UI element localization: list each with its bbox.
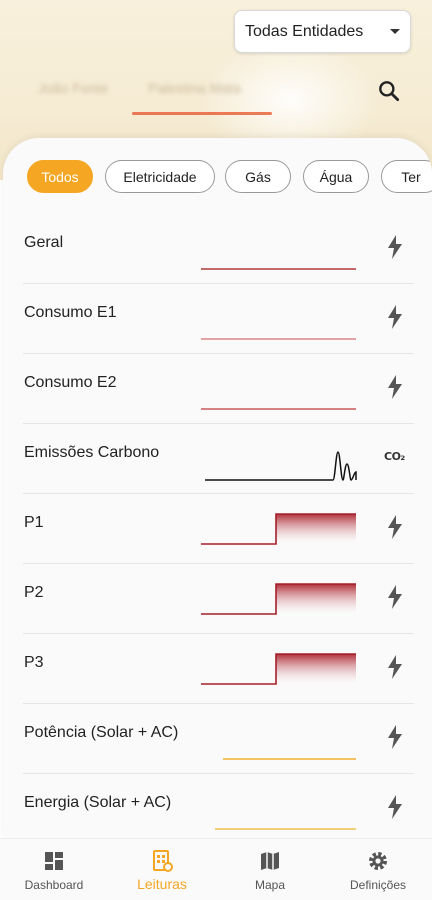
settings-icon — [369, 852, 387, 870]
reading-row[interactable]: P1 — [23, 494, 414, 564]
nav-item-definições[interactable]: Definições — [324, 839, 432, 900]
reading-sparkline — [201, 408, 356, 410]
reading-sparkline — [205, 451, 357, 481]
bolt-icon — [388, 235, 402, 259]
readings-icon — [153, 850, 173, 872]
reading-row[interactable]: Geral — [23, 214, 414, 284]
filter-chip-ter[interactable]: Ter — [381, 160, 432, 193]
reading-label: Emissões Carbono — [24, 444, 160, 461]
chevron-down-icon — [390, 29, 400, 34]
reading-label: Energia (Solar + AC) — [24, 794, 172, 811]
filter-chips: Todos Eletricidade Gás Água Ter — [27, 160, 432, 196]
map-icon — [261, 852, 279, 870]
nav-item-mapa[interactable]: Mapa — [216, 839, 324, 900]
reading-row[interactable]: Emissões Carbono CO₂ — [23, 424, 414, 494]
reading-sparkline — [201, 583, 356, 615]
reading-sparkline — [215, 828, 356, 830]
reading-label: Geral — [24, 234, 64, 251]
reading-label: Consumo E1 — [24, 304, 117, 321]
sparkline-line — [205, 451, 357, 481]
reading-row[interactable]: Consumo E1 — [23, 284, 414, 354]
sparkline-area — [276, 584, 356, 614]
filter-chip-eletricidade[interactable]: Eletricidade — [105, 160, 215, 193]
reading-sparkline — [201, 268, 356, 270]
dashboard-icon — [45, 852, 63, 870]
bolt-icon — [388, 725, 402, 749]
reading-sparkline — [201, 513, 356, 545]
tab-entity-2[interactable]: Palestina Mata — [148, 80, 241, 96]
entity-select-value: Todas Entidades — [245, 22, 364, 40]
reading-sparkline — [201, 653, 356, 685]
sparkline-area — [276, 654, 356, 684]
reading-label: P1 — [24, 514, 44, 531]
filter-chip-água[interactable]: Água — [303, 160, 369, 193]
reading-label: P2 — [24, 584, 44, 601]
tab-indicator — [132, 112, 272, 115]
reading-row[interactable]: Energia (Solar + AC) — [23, 774, 414, 838]
filter-chip-todos[interactable]: Todos — [27, 160, 93, 193]
nav-item-leituras[interactable]: Leituras — [108, 839, 216, 900]
reading-sparkline — [223, 758, 356, 760]
sparkline-area — [276, 514, 356, 544]
nav-label: Dashboard — [24, 878, 84, 892]
readings-sheet: Todos Eletricidade Gás Água Ter Geral Consumo… — [3, 138, 432, 838]
filter-chip-gás[interactable]: Gás — [225, 160, 291, 193]
entity-select[interactable]: Todas Entidades — [234, 10, 411, 53]
bottom-navigation: Dashboard Leituras Mapa Definições — [0, 838, 432, 900]
tab-entity-1[interactable]: João Fonte — [38, 80, 108, 96]
co2-icon: CO₂ — [384, 450, 405, 463]
bolt-icon — [388, 585, 402, 609]
reading-label: Potência (Solar + AC) — [24, 724, 179, 741]
nav-label: Definições — [349, 878, 407, 892]
bolt-icon — [388, 655, 402, 679]
reading-row[interactable]: Potência (Solar + AC) — [23, 704, 414, 774]
reading-row[interactable]: P3 — [23, 634, 414, 704]
nav-item-dashboard[interactable]: Dashboard — [0, 839, 108, 900]
search-icon[interactable] — [376, 78, 402, 104]
reading-row[interactable]: Consumo E2 — [23, 354, 414, 424]
nav-label: Mapa — [254, 878, 286, 892]
entity-tabs: João Fonte Palestina Mata — [20, 72, 360, 115]
bolt-icon — [388, 305, 402, 329]
reading-label: P3 — [24, 654, 44, 671]
reading-sparkline — [201, 338, 356, 340]
nav-label: Leituras — [137, 876, 187, 892]
reading-label: Consumo E2 — [24, 374, 117, 391]
reading-row[interactable]: P2 — [23, 564, 414, 634]
bolt-icon — [388, 515, 402, 539]
bolt-icon — [388, 795, 402, 819]
bolt-icon — [388, 375, 402, 399]
